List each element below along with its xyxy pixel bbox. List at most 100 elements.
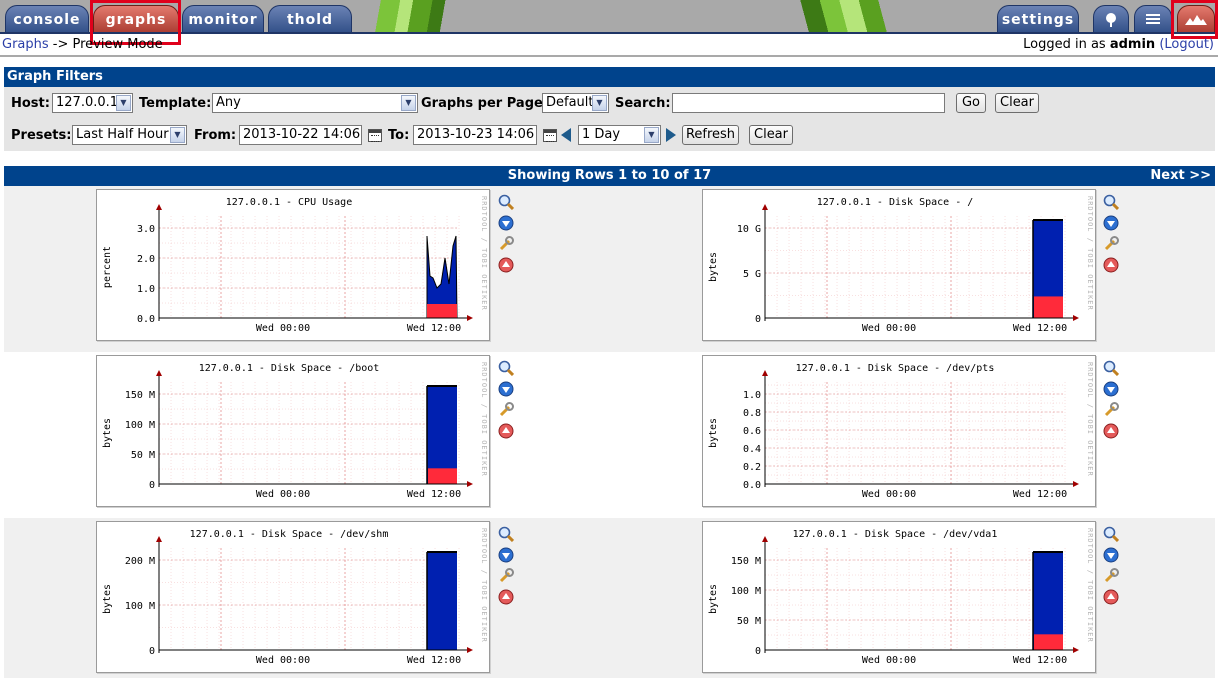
arrow-up-icon[interactable]: [498, 589, 514, 605]
arrow-up-icon[interactable]: [1103, 589, 1119, 605]
zoom-icon[interactable]: [498, 360, 515, 377]
login-user: admin: [1109, 37, 1156, 52]
refresh-button[interactable]: Refresh: [682, 125, 739, 145]
zoom-icon[interactable]: [498, 526, 515, 543]
x-tick-label: Wed 12:00: [407, 489, 461, 500]
chevron-down-icon: ▼: [644, 127, 659, 143]
login-prefix: Logged in as: [1023, 37, 1110, 52]
list-view-button[interactable]: [1134, 5, 1172, 34]
download-icon[interactable]: [1103, 381, 1119, 397]
shift-right-arrow-icon[interactable]: [666, 128, 676, 142]
breadcrumb-divider: [0, 55, 1218, 57]
y-tick-label: 1.0: [137, 284, 155, 295]
list-icon: [1145, 14, 1161, 31]
y-tick-label: 50 M: [131, 450, 155, 461]
graph-card[interactable]: 127.0.0.1 - Disk Space - /dev/pts RRDTOOL…: [702, 355, 1096, 507]
template-label: Template:: [139, 96, 212, 111]
breadcrumb-graphs-link[interactable]: Graphs: [2, 37, 49, 52]
graph-image: 127.0.0.1 - Disk Space - /boot RRDTOOL / …: [102, 362, 488, 500]
wrench-icon[interactable]: [1103, 236, 1119, 252]
tab-graphs[interactable]: graphs: [93, 5, 179, 34]
timespan-select[interactable]: 1 Day ▼: [578, 125, 661, 145]
used-area: [427, 552, 457, 650]
y-tick-label: 0: [755, 314, 761, 325]
tab-underline: [0, 32, 1218, 34]
graphs-per-page-select[interactable]: Default ▼: [542, 93, 609, 113]
wrench-icon[interactable]: [498, 236, 514, 252]
rows-count-text: Showing Rows 1 to 10 of 17: [507, 168, 712, 183]
graph-ylabel: bytes: [102, 418, 113, 448]
graph-card[interactable]: 127.0.0.1 - Disk Space - / RRDTOOL / TOBI…: [702, 189, 1096, 341]
search-input[interactable]: [672, 93, 945, 113]
template-select[interactable]: Any ▼: [212, 93, 418, 113]
to-date-input[interactable]: 2013-10-23 14:06: [413, 125, 537, 145]
tab-monitor[interactable]: monitor: [182, 5, 264, 34]
graph-title: 127.0.0.1 - CPU Usage: [226, 197, 352, 208]
arrow-up-icon[interactable]: [1103, 257, 1119, 273]
y-axis-arrow: [762, 204, 768, 210]
tab-settings[interactable]: settings: [997, 5, 1079, 34]
presets-select[interactable]: Last Half Hour ▼: [72, 125, 187, 145]
y-tick-label: 2.0: [137, 254, 155, 265]
graph-card[interactable]: 127.0.0.1 - CPU Usage RRDTOOL / TOBI OETI…: [96, 189, 490, 341]
tree-icon: [1103, 13, 1119, 32]
wrench-icon[interactable]: [498, 402, 514, 418]
zoom-icon[interactable]: [498, 194, 515, 211]
graph-card[interactable]: 127.0.0.1 - Disk Space - /dev/shm RRDTOOL…: [96, 521, 490, 673]
arrow-up-icon[interactable]: [498, 257, 514, 273]
download-icon[interactable]: [1103, 215, 1119, 231]
y-tick-label: 0.0: [137, 314, 155, 325]
x-tick-label: Wed 00:00: [862, 655, 916, 666]
graph-card[interactable]: 127.0.0.1 - Disk Space - /boot RRDTOOL / …: [96, 355, 490, 507]
preview-view-button[interactable]: [1177, 5, 1215, 34]
results-header: Showing Rows 1 to 10 of 17 Next >>: [4, 166, 1215, 186]
calendar-icon[interactable]: [368, 129, 382, 142]
y-tick-label: 0.8: [743, 408, 761, 419]
calendar-icon[interactable]: [543, 129, 557, 142]
x-tick-label: Wed 00:00: [862, 489, 916, 500]
download-icon[interactable]: [498, 381, 514, 397]
x-tick-label: Wed 12:00: [1013, 323, 1067, 334]
graph-title: 127.0.0.1 - Disk Space - /dev/pts: [796, 363, 995, 374]
x-axis-arrow: [467, 315, 473, 321]
zoom-icon[interactable]: [1103, 526, 1120, 543]
zoom-icon[interactable]: [1103, 360, 1120, 377]
host-label: Host:: [11, 96, 50, 111]
arrow-up-icon[interactable]: [498, 423, 514, 439]
chevron-down-icon: ▼: [170, 127, 185, 143]
graph-card[interactable]: 127.0.0.1 - Disk Space - /dev/vda1 RRDTOO…: [702, 521, 1096, 673]
chevron-down-icon: ▼: [401, 95, 416, 111]
tree-view-button[interactable]: [1093, 5, 1129, 34]
tab-thold[interactable]: thold: [268, 5, 352, 34]
graph-filters-title: Graph Filters: [4, 67, 1215, 87]
y-tick-label: 10 G: [737, 224, 761, 235]
x-tick-label: Wed 00:00: [256, 323, 310, 334]
tab-console[interactable]: console: [5, 5, 89, 34]
host-select[interactable]: 127.0.0.1 ▼: [52, 93, 133, 113]
shift-left-arrow-icon[interactable]: [561, 128, 571, 142]
clear-filter-button[interactable]: Clear: [995, 93, 1039, 113]
wrench-icon[interactable]: [1103, 402, 1119, 418]
clear-time-button[interactable]: Clear: [749, 125, 793, 145]
graph-title: 127.0.0.1 - Disk Space - /dev/shm: [190, 529, 389, 540]
download-icon[interactable]: [1103, 547, 1119, 563]
y-tick-label: 150 M: [125, 390, 155, 401]
arrow-up-icon[interactable]: [1103, 423, 1119, 439]
x-axis-arrow: [1073, 315, 1079, 321]
filter-row-1: Host: 127.0.0.1 ▼ Template: Any ▼ Graphs…: [4, 92, 1215, 116]
graph-row: 127.0.0.1 - Disk Space - /dev/shm RRDTOOL…: [4, 518, 1215, 678]
graph-title: 127.0.0.1 - Disk Space - /: [817, 197, 974, 208]
go-button[interactable]: Go: [956, 93, 986, 113]
login-status: Logged in as admin (Logout): [1023, 37, 1214, 52]
wrench-icon[interactable]: [1103, 568, 1119, 584]
from-date-input[interactable]: 2013-10-22 14:06: [239, 125, 362, 145]
wrench-icon[interactable]: [498, 568, 514, 584]
logout-link[interactable]: Logout: [1164, 37, 1209, 52]
header-decoration: [355, 0, 995, 34]
next-page-link[interactable]: Next >>: [1150, 166, 1211, 186]
y-tick-label: 3.0: [137, 224, 155, 235]
breadcrumb-bar: Graphs -> Preview Mode Logged in as admi…: [0, 35, 1218, 55]
zoom-icon[interactable]: [1103, 194, 1120, 211]
download-icon[interactable]: [498, 215, 514, 231]
download-icon[interactable]: [498, 547, 514, 563]
